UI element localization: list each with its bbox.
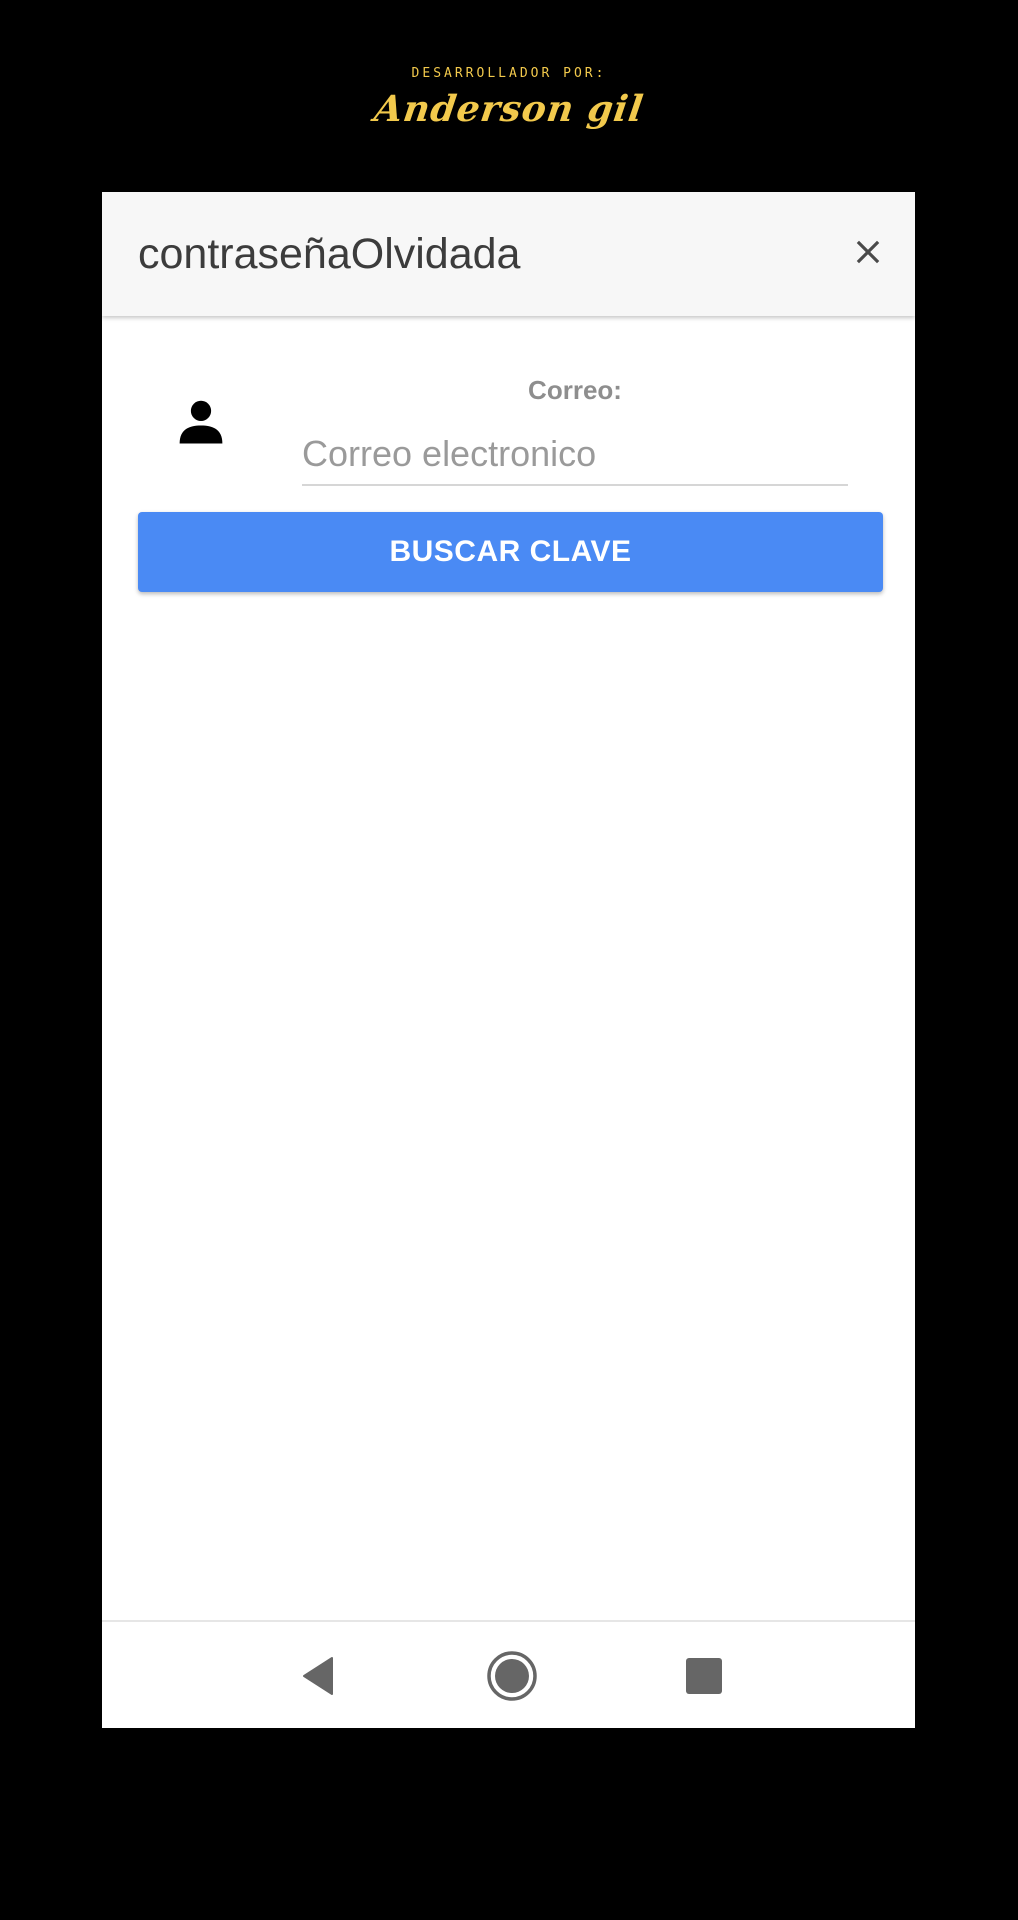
nav-recent-apps-button[interactable] [676,1648,732,1704]
dialog-header: contraseñaOlvidada [102,192,915,316]
home-circle-icon [487,1651,537,1701]
close-button[interactable] [846,230,890,274]
recent-apps-square-icon [686,1658,722,1694]
credit-caption: DESARROLLADOR POR: [411,66,607,81]
page-title: contraseñaOlvidada [138,230,521,278]
app-window: contraseñaOlvidada Correo: BUSCAR CLAVE [102,192,915,1728]
android-nav-bar [102,1620,915,1728]
email-field[interactable] [302,424,848,486]
credit-signature: Anderson gil [371,88,647,130]
close-icon [856,240,880,264]
nav-back-button[interactable] [292,1648,348,1704]
person-icon [179,400,223,444]
back-triangle-icon [303,1657,333,1695]
nav-home-button[interactable] [484,1648,540,1704]
developer-credit: DESARROLLADOR POR: Anderson gil [0,64,1018,132]
screen: DESARROLLADOR POR: Anderson gil contrase… [0,0,1018,1920]
search-password-button[interactable]: BUSCAR CLAVE [138,512,883,592]
email-label: Correo: [528,375,622,405]
